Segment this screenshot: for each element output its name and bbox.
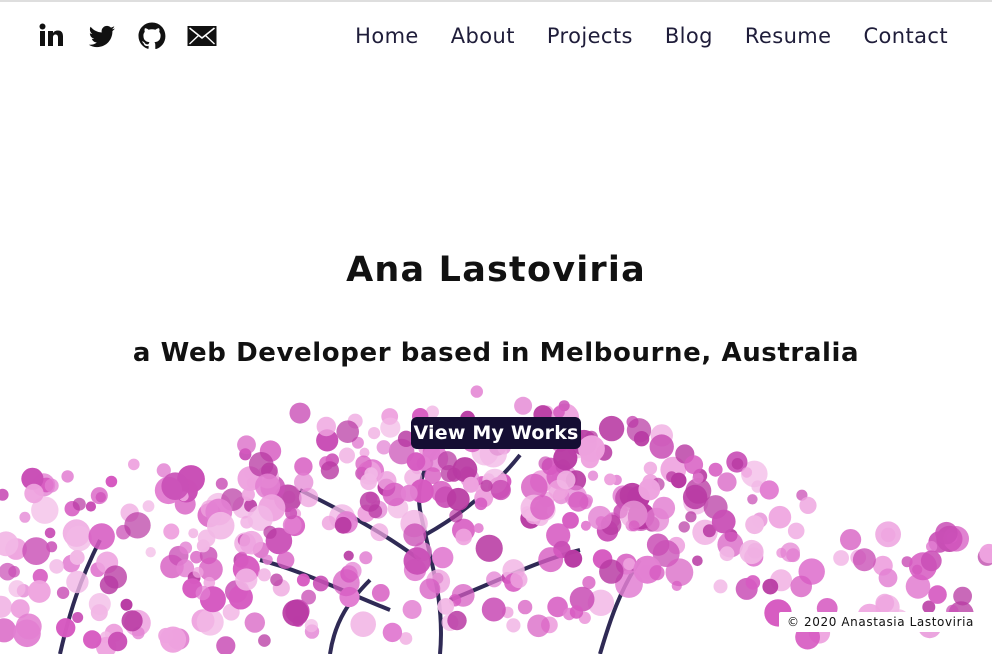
github-icon: [138, 22, 166, 50]
twitter-link[interactable]: [86, 20, 118, 52]
copyright-text: © 2020 Anastasia Lastoviria: [779, 612, 982, 632]
linkedin-link[interactable]: [36, 20, 68, 52]
social-links: [36, 20, 218, 52]
nav-blog[interactable]: Blog: [665, 24, 713, 48]
linkedin-icon: [39, 23, 63, 46]
nav-home[interactable]: Home: [355, 24, 419, 48]
nav-about[interactable]: About: [451, 24, 515, 48]
view-works-button[interactable]: View My Works: [411, 417, 581, 449]
main-nav: Home About Projects Blog Resume Contact: [355, 24, 948, 48]
nav-projects[interactable]: Projects: [547, 24, 633, 48]
email-link[interactable]: [186, 20, 218, 52]
github-link[interactable]: [136, 20, 168, 52]
mail-icon: [187, 26, 217, 46]
top-border: [0, 0, 992, 2]
twitter-icon: [88, 25, 116, 48]
hero-name: Ana Lastoviria: [346, 250, 646, 290]
nav-resume[interactable]: Resume: [745, 24, 832, 48]
nav-contact[interactable]: Contact: [863, 24, 948, 48]
blossom-tree-image: [0, 385, 992, 654]
